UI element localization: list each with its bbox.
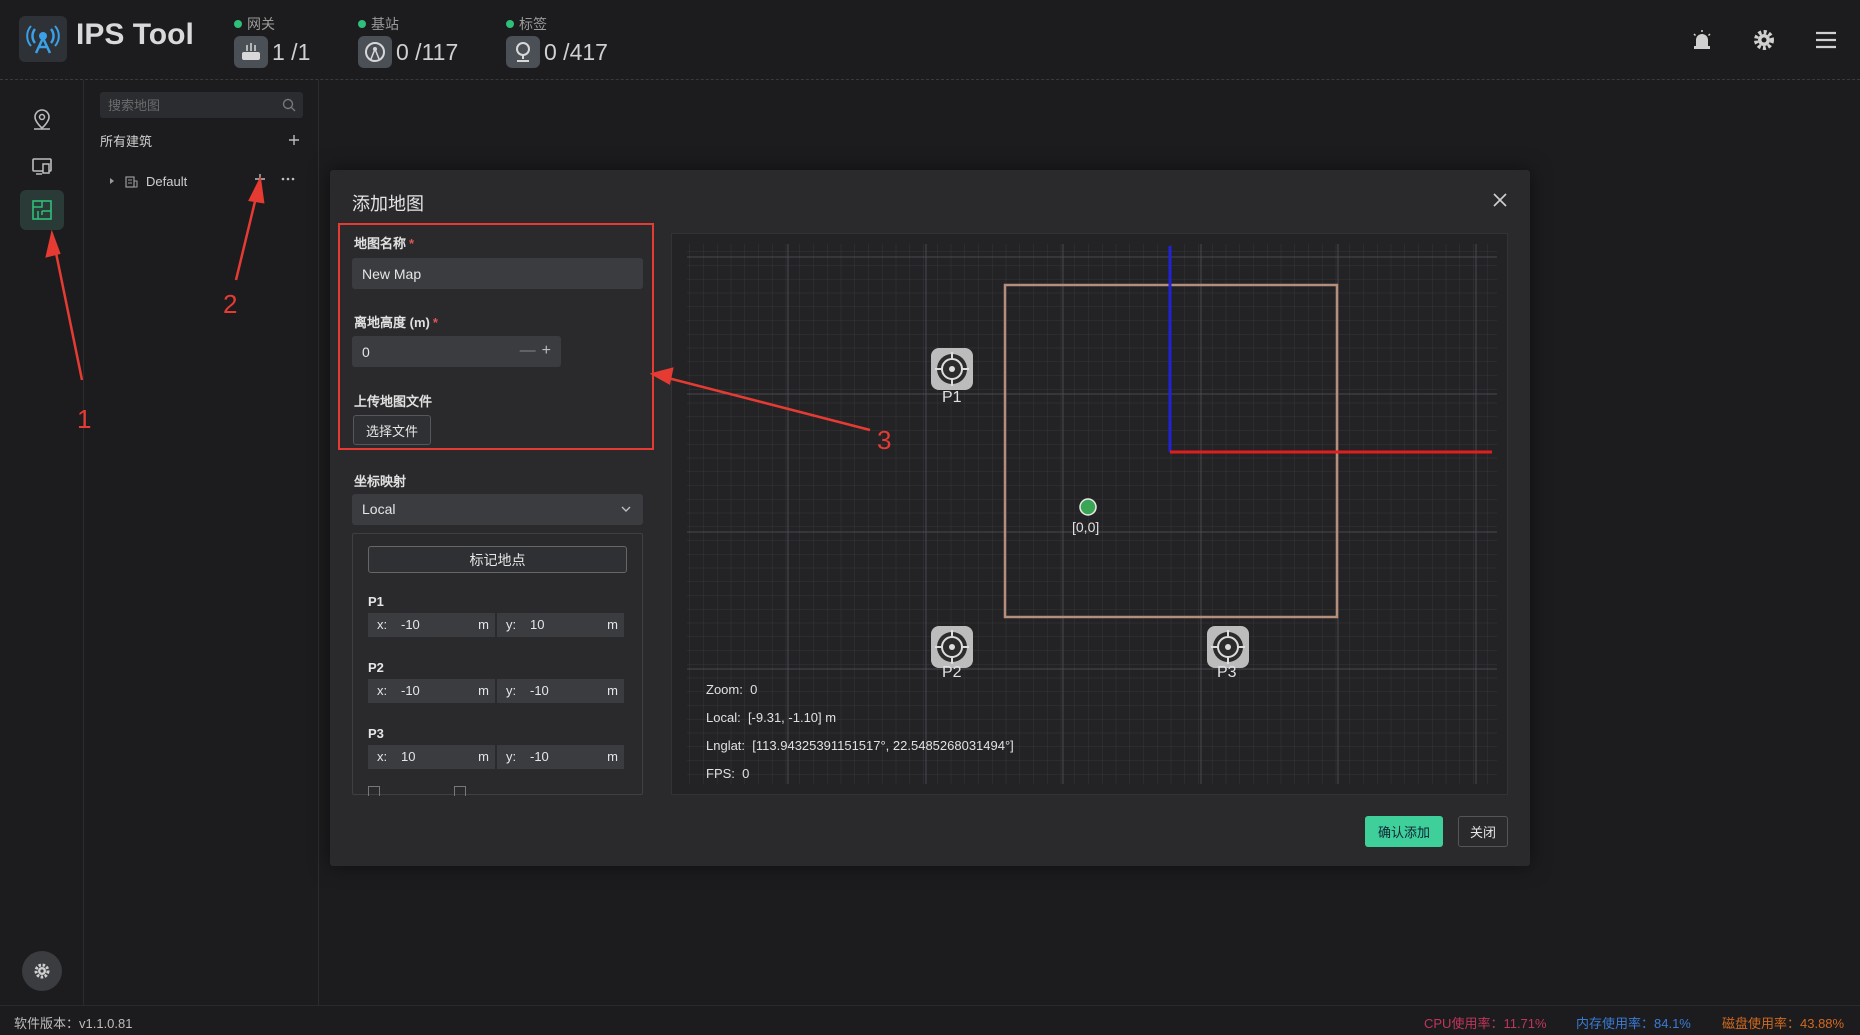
- tree-item-label: Default: [146, 173, 188, 189]
- stat-value: 1 /1: [272, 39, 311, 65]
- map-pin-icon: [34, 109, 50, 130]
- point-y-value[interactable]: -10: [530, 683, 549, 698]
- online-dot: [506, 20, 514, 28]
- gateway-icon: [234, 36, 268, 68]
- coord-mapping-select[interactable]: Local: [352, 494, 643, 525]
- close-button[interactable]: 关闭: [1458, 816, 1508, 847]
- antenna-logo-icon: [26, 25, 60, 54]
- fps-readout: FPS: 0: [706, 766, 750, 781]
- app-logo: [19, 16, 67, 62]
- rail-map-pin-button[interactable]: [20, 100, 64, 140]
- point-x-value[interactable]: 10: [401, 749, 415, 764]
- gear-icon: [34, 963, 50, 979]
- marker-label: P3: [1217, 664, 1237, 681]
- online-dot: [358, 20, 366, 28]
- confirm-add-button[interactable]: 确认添加: [1365, 816, 1443, 847]
- stat-label: 基站: [371, 16, 399, 32]
- online-dot: [234, 20, 242, 28]
- point-y-field[interactable]: y: 10 m: [497, 613, 624, 637]
- map-canvas[interactable]: [0,0] P1 P2 P3 Zoom: 0 Local: [-9.31, -1…: [671, 233, 1508, 795]
- rail-devices-button[interactable]: [20, 146, 64, 186]
- point-x-field[interactable]: x: -10 m: [368, 613, 495, 637]
- highlight-box: [338, 223, 654, 450]
- point-y-field[interactable]: y: -10 m: [497, 679, 624, 703]
- origin-label: [0,0]: [1072, 519, 1100, 535]
- point-y-field[interactable]: y: -10 m: [497, 745, 624, 769]
- lnglat-readout: Lnglat: [113.94325391151517°, 22.5485268…: [706, 738, 1014, 753]
- settings-icon[interactable]: [1747, 24, 1781, 56]
- origin-marker[interactable]: [1078, 497, 1098, 517]
- rail-building-map-button[interactable]: [20, 190, 64, 230]
- stat-value: 0 /417: [544, 39, 608, 65]
- menu-icon[interactable]: [1809, 24, 1843, 56]
- more-icon[interactable]: [280, 172, 296, 186]
- point-x-field[interactable]: x: 10 m: [368, 745, 495, 769]
- point-y-value[interactable]: 10: [530, 617, 544, 632]
- point-x-value[interactable]: -10: [401, 683, 420, 698]
- point-x-field[interactable]: x: -10 m: [368, 679, 495, 703]
- point-label: P2: [368, 660, 384, 675]
- point-x-value[interactable]: -10: [401, 617, 420, 632]
- point-row: x: -10 m y: 10 m: [368, 613, 626, 637]
- coord-mapping-value: Local: [362, 501, 396, 517]
- point-label: P1: [368, 594, 384, 609]
- map-search-input[interactable]: [108, 92, 268, 118]
- mark-location-button[interactable]: 标记地点: [368, 546, 627, 573]
- caret-right-icon[interactable]: [108, 177, 116, 185]
- marker-label: P1: [942, 389, 962, 406]
- add-map-icon[interactable]: [253, 172, 267, 186]
- app-title: IPS Tool: [76, 18, 194, 51]
- rail-settings-button[interactable]: [22, 951, 62, 991]
- map-tree-panel: [85, 80, 319, 1005]
- cpu-usage: CPU使用率：11.71%: [1424, 1016, 1547, 1031]
- alarm-icon[interactable]: [1685, 24, 1719, 56]
- coord-mapping-label: 坐标映射: [354, 474, 407, 489]
- point-label: P3: [368, 726, 384, 741]
- stat-label: 网关: [247, 16, 275, 32]
- building-map-icon: [32, 200, 52, 220]
- stat-label: 标签: [519, 16, 547, 32]
- cut-off-checkbox-row: [368, 786, 466, 796]
- point-y-value[interactable]: -10: [530, 749, 549, 764]
- target-marker-icon[interactable]: [1206, 625, 1250, 669]
- canvas-info: Zoom: 0 Local: [-9.31, -1.10] m Lnglat: …: [706, 676, 1014, 788]
- base-station-icon: [358, 36, 392, 68]
- building-icon: [125, 176, 138, 188]
- disk-usage: 磁盘使用率：43.88%: [1722, 1016, 1845, 1031]
- search-icon[interactable]: [282, 98, 296, 112]
- point-row: x: 10 m y: -10 m: [368, 745, 626, 769]
- chevron-down-icon: [621, 506, 631, 512]
- close-icon: [1493, 193, 1507, 207]
- add-building-icon[interactable]: [287, 133, 301, 147]
- point-row: x: -10 m y: -10 m: [368, 679, 626, 703]
- target-marker-icon[interactable]: [930, 347, 974, 391]
- version-text: 软件版本：v1.1.0.81: [14, 1016, 133, 1031]
- local-readout: Local: [-9.31, -1.10] m: [706, 710, 837, 725]
- stat-value: 0 /117: [396, 39, 459, 65]
- devices-icon: [32, 158, 52, 175]
- zoom-readout: Zoom: 0: [706, 682, 758, 697]
- dialog-close-button[interactable]: [1488, 188, 1512, 212]
- tag-icon: [506, 36, 540, 68]
- dialog-title: 添加地图: [352, 194, 424, 214]
- all-buildings-label: 所有建筑: [100, 134, 153, 149]
- target-marker-icon[interactable]: [930, 625, 974, 669]
- tree-item-default[interactable]: Default: [108, 172, 187, 190]
- map-search[interactable]: [100, 92, 303, 118]
- memory-usage: 内存使用率：84.1%: [1576, 1016, 1691, 1031]
